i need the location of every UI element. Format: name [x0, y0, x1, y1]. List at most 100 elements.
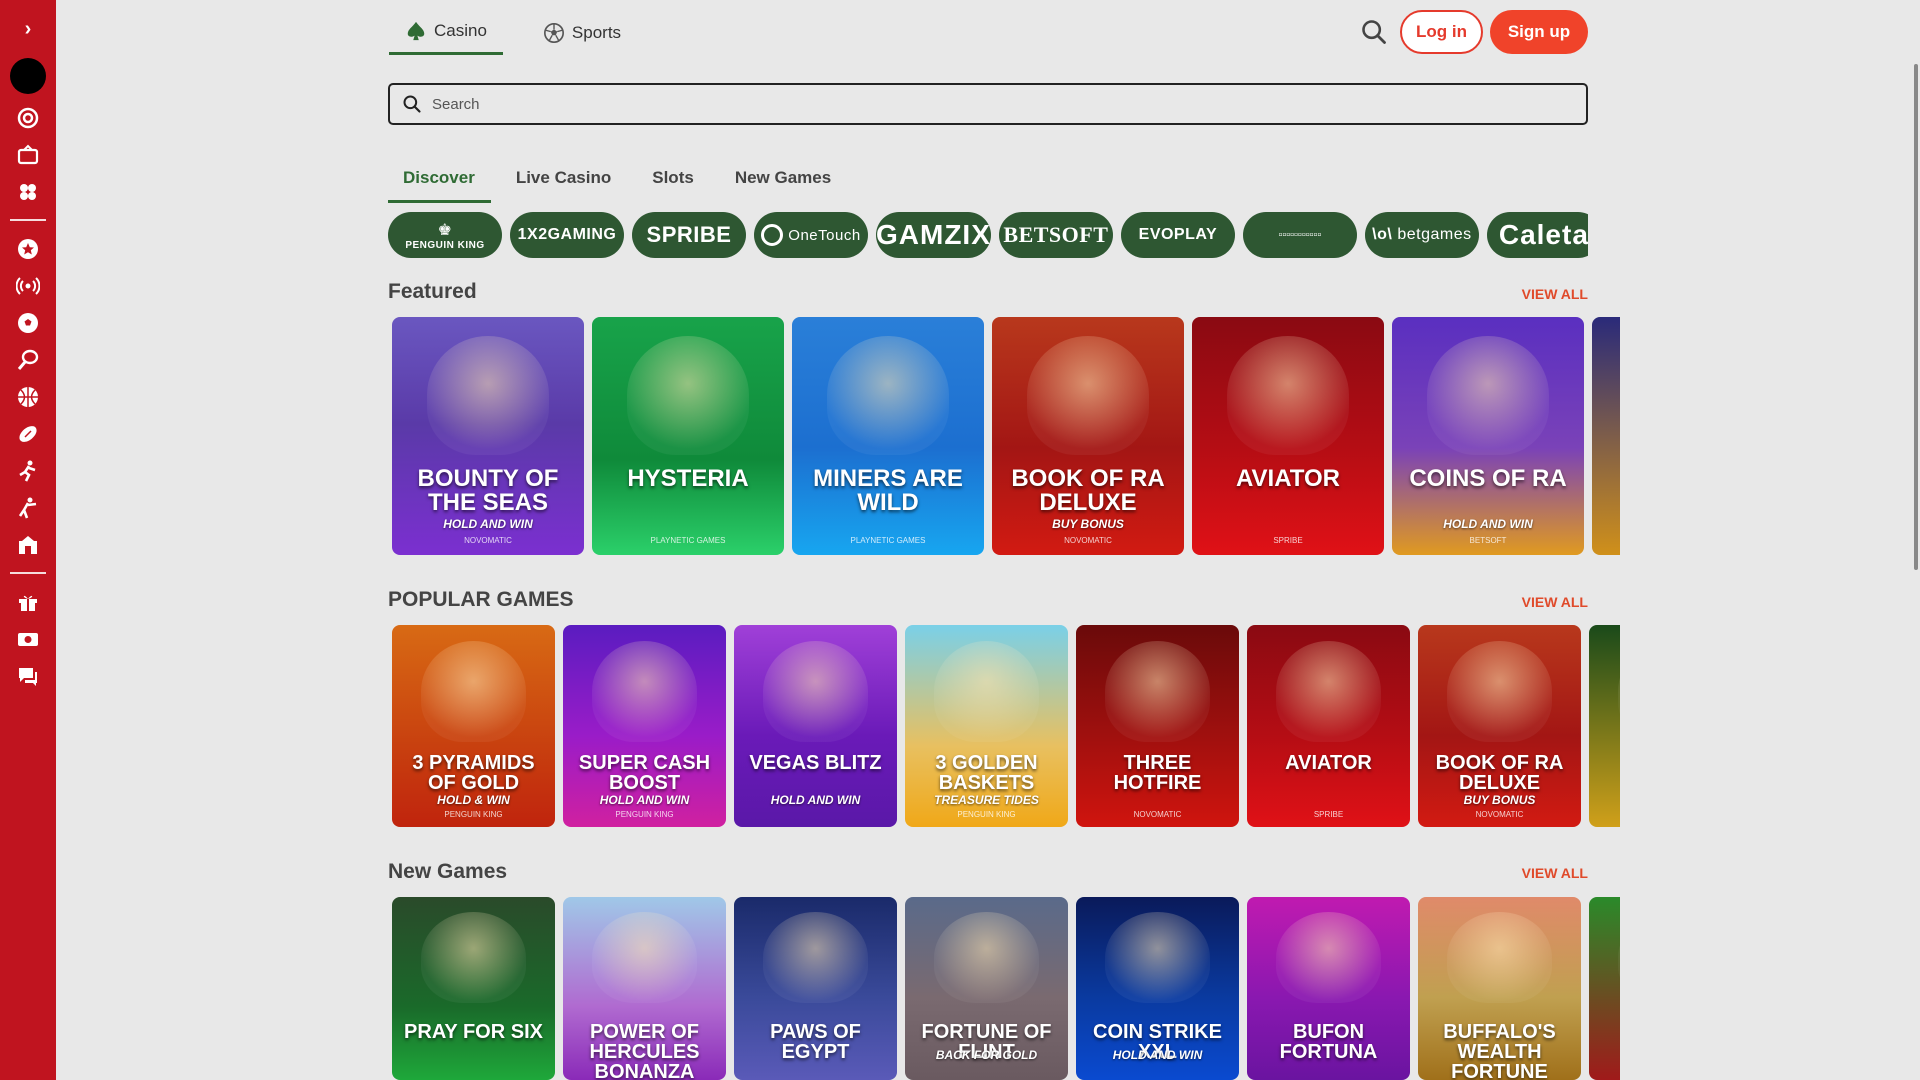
penguin-icon: ♚ — [437, 221, 453, 239]
game-card[interactable]: Fe — [1589, 625, 1620, 827]
view-all-popular[interactable]: VIEW ALL — [1500, 594, 1588, 610]
sidebar-divider — [10, 219, 46, 221]
game-artwork — [1105, 641, 1210, 743]
basketball-icon[interactable] — [15, 384, 41, 410]
game-title: Book of Ra Deluxe — [1435, 752, 1564, 794]
tab-discover[interactable]: Discover — [388, 166, 491, 203]
provider-gamzix[interactable]: GAMZIX — [876, 212, 991, 258]
game-card[interactable]: Coins of Ra Hold and Win Betsoft — [1392, 317, 1584, 555]
game-artwork — [421, 911, 526, 1004]
game-title: Miners are Wild — [813, 465, 963, 516]
spade-icon — [407, 21, 425, 41]
game-card[interactable]: Paws of Egypt — [734, 897, 897, 1080]
game-title: Coins of Ra — [1409, 465, 1567, 492]
game-title: 3 Golden Baskets — [935, 752, 1038, 794]
signup-button[interactable]: Sign up — [1490, 10, 1588, 54]
tab-sports[interactable]: Sports — [527, 14, 637, 55]
clover-icon[interactable] — [15, 179, 41, 205]
game-provider: Playnetic Games — [850, 536, 926, 546]
game-title: Book of Ra Deluxe — [1011, 465, 1165, 516]
game-card[interactable]: Book of Ra Deluxe Buy Bonus Novomatic — [992, 317, 1184, 555]
tab-casino[interactable]: Casino — [389, 14, 503, 55]
game-artwork — [1447, 641, 1552, 743]
game-provider: Spribe — [1313, 809, 1344, 819]
game-card[interactable]: Aviator Spribe — [1247, 625, 1410, 827]
game-card[interactable]: Hysteria Playnetic Games — [592, 317, 784, 555]
tab-slots[interactable]: Slots — [637, 166, 710, 203]
hockey-player-icon[interactable] — [15, 458, 41, 484]
page-scrollbar[interactable] — [1914, 64, 1918, 570]
game-card[interactable]: Aviator Spribe — [1192, 317, 1384, 555]
category-tabs: Discover Live Casino Slots New Games — [388, 166, 857, 203]
provider-evoplay[interactable]: EVOPLAY — [1120, 212, 1235, 258]
game-subtitle: Hold and Win — [1112, 1047, 1203, 1062]
live-broadcast-icon[interactable] — [15, 273, 41, 299]
game-card[interactable]: Super Cash Boost Hold and Win Penguin King — [563, 625, 726, 827]
game-card[interactable]: Coin Strike XXL Hold and Win — [1076, 897, 1239, 1080]
provider-betgames[interactable]: \o\ betgames — [1364, 212, 1479, 258]
game-card[interactable]: Pray for Six — [392, 897, 555, 1080]
game-card[interactable]: Bufon Fortuna — [1247, 897, 1410, 1080]
game-title: Paws of Egypt — [770, 1021, 861, 1063]
game-card[interactable]: Buffalo's Wealth Fortune — [1418, 897, 1581, 1080]
live-casino-icon[interactable] — [15, 142, 41, 168]
game-card[interactable]: Vegas Blitz Hold and Win — [734, 625, 897, 827]
tennis-icon[interactable] — [15, 347, 41, 373]
login-button[interactable]: Log in — [1400, 10, 1483, 54]
provider-caleta[interactable]: Caleta — [1486, 212, 1588, 258]
section-title-featured: Featured — [388, 280, 477, 303]
game-title: Bufon Fortuna — [1279, 1021, 1378, 1063]
cashier-icon[interactable] — [15, 626, 41, 652]
view-all-featured[interactable]: VIEW ALL — [1500, 286, 1588, 302]
provider-spribe[interactable]: SPRIBE — [632, 212, 746, 258]
lifebuoy-icon[interactable] — [15, 105, 41, 131]
virtual-sports-icon[interactable] — [15, 532, 41, 558]
game-subtitle: Hold and Win — [770, 792, 861, 807]
provider-unnamed[interactable]: ▫▫▫▫▫▫▫▫▫▫▫ — [1242, 212, 1357, 258]
esports-soldier-icon[interactable] — [15, 495, 41, 521]
game-card[interactable]: Book of Ra Deluxe Buy Bonus Novomatic — [1418, 625, 1581, 827]
tab-new-games[interactable]: New Games — [720, 166, 847, 203]
support-chat-icon[interactable] — [15, 663, 41, 689]
game-title: 3 Pyramids of Gold — [412, 752, 535, 794]
provider-label: PENGUIN KING — [405, 239, 485, 251]
game-card[interactable]: C — [1592, 317, 1620, 555]
tab-live-casino[interactable]: Live Casino — [501, 166, 627, 203]
game-card[interactable]: Bounty of the Seas Hold and Win Novomatic — [392, 317, 584, 555]
game-provider: Playnetic Games — [650, 536, 726, 546]
game-provider: Spribe — [1273, 536, 1303, 546]
provider-betsoft[interactable]: BETSOFT — [998, 212, 1113, 258]
provider-onetouch[interactable]: OneTouch — [754, 212, 868, 258]
game-subtitle: Buy Bonus — [1052, 517, 1124, 532]
gift-icon[interactable] — [15, 589, 41, 615]
game-card[interactable]: Power of Hercules Bonanza — [563, 897, 726, 1080]
avatar[interactable] — [10, 58, 46, 94]
search-icon[interactable] — [1360, 18, 1388, 46]
game-artwork — [592, 641, 697, 743]
game-subtitle: Hold and Win — [1443, 517, 1533, 532]
game-artwork — [763, 641, 868, 743]
top-nav: Casino Sports — [389, 14, 637, 55]
view-all-new-games[interactable]: VIEW ALL — [1500, 865, 1588, 881]
game-card[interactable]: 3 Golden Baskets Treasure Tides Penguin Ki… — [905, 625, 1068, 827]
expand-sidebar-icon[interactable]: › — [17, 18, 39, 40]
onetouch-logo-icon — [761, 224, 784, 246]
american-football-icon[interactable] — [15, 421, 41, 447]
search-input[interactable] — [432, 95, 1532, 113]
star-icon[interactable] — [15, 236, 41, 262]
game-card[interactable]: Miners are Wild Playnetic Games — [792, 317, 984, 555]
game-provider: Penguin King — [615, 809, 674, 819]
game-card[interactable]: Fortune of Flint Back for Gold — [905, 897, 1068, 1080]
game-provider: Penguin King — [444, 809, 503, 819]
game-subtitle: Back for Gold — [935, 1047, 1038, 1062]
soccer-ball-icon[interactable] — [15, 310, 41, 336]
game-title: Cr — [1589, 1022, 1620, 1042]
game-card[interactable]: Cr — [1589, 897, 1620, 1080]
provider-penguin-king[interactable]: ♚ PENGUIN KING — [388, 212, 502, 258]
game-card[interactable]: 3 Pyramids of Gold Hold & Win Penguin King — [392, 625, 555, 827]
game-card[interactable]: Three Hotfire Novomatic — [1076, 625, 1239, 827]
game-search-bar — [388, 83, 1588, 125]
game-provider: Penguin King — [957, 809, 1016, 819]
provider-1x2gaming[interactable]: 1X2GAMING — [510, 212, 624, 258]
game-artwork — [1426, 336, 1550, 456]
